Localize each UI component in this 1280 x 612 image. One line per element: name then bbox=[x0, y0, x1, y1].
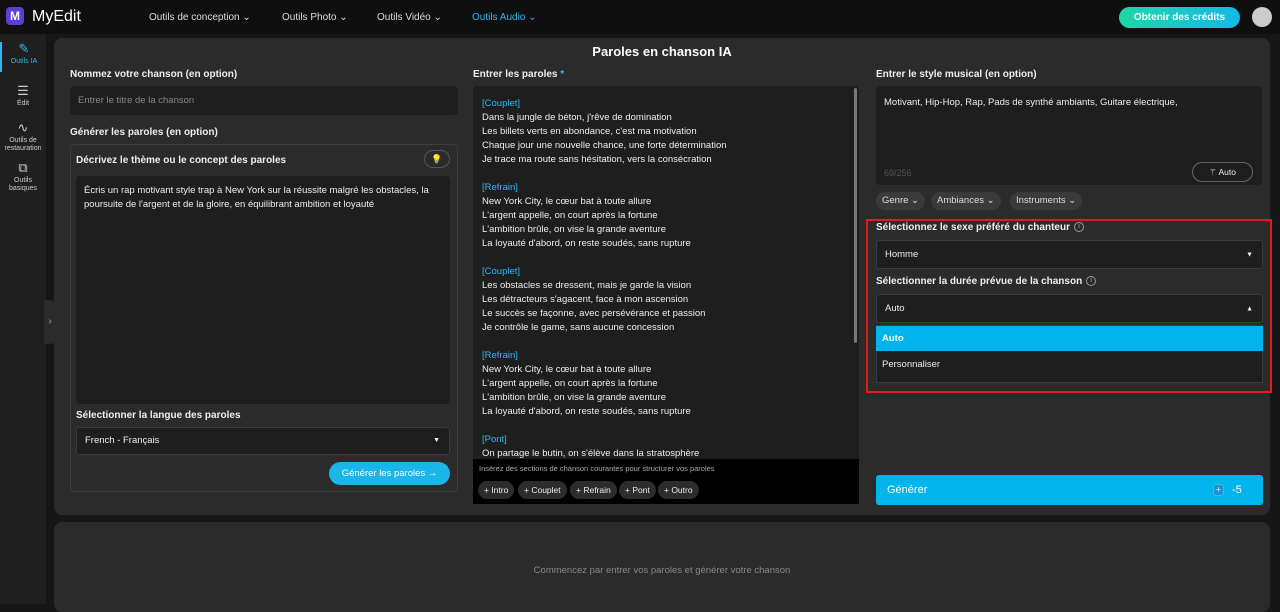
expand-sidebar-chevron-icon[interactable]: › bbox=[44, 300, 56, 344]
lyrics-section-tag: [Refrain] bbox=[482, 182, 518, 193]
song-title-input[interactable]: Entrer le titre de la chanson bbox=[70, 86, 458, 115]
auto-style-button[interactable]: ⚚ Auto bbox=[1192, 162, 1253, 182]
lyrics-line: L'ambition brûle, on vise la grande aven… bbox=[482, 224, 667, 235]
sidebar-item-ai-tools[interactable]: ✎ Outils IA bbox=[0, 42, 46, 72]
lyrics-line: Les obstacles se dressent, mais je garde… bbox=[482, 280, 692, 291]
duration-option-auto[interactable]: Auto bbox=[876, 326, 1263, 351]
logo-icon[interactable]: M bbox=[6, 7, 24, 25]
lyrics-label: Entrer les paroles * bbox=[473, 69, 564, 80]
gender-label: Sélectionnez le sexe préféré du chanteur… bbox=[876, 222, 1084, 233]
lyrics-section-tag: [Couplet] bbox=[482, 98, 521, 109]
lyrics-line: La loyauté d'abord, on reste soudés, san… bbox=[482, 238, 691, 249]
caret-down-icon: ▼ bbox=[1246, 251, 1253, 258]
style-text: Motivant, Hip-Hop, Rap, Pads de synthé a… bbox=[884, 97, 1178, 108]
generate-button[interactable]: Générer + -5 bbox=[876, 475, 1263, 505]
app-name[interactable]: MyEdit bbox=[32, 8, 81, 26]
lyrics-line: Dans la jungle de béton, j'rêve de domin… bbox=[482, 112, 672, 123]
nav-video-tools[interactable]: Outils Vidéo ⌄ bbox=[377, 12, 442, 23]
char-counter: 69/256 bbox=[884, 168, 912, 178]
idea-bulb-icon[interactable]: 💡 bbox=[424, 150, 450, 168]
duration-select[interactable]: Auto ▲ bbox=[876, 294, 1263, 323]
empty-result-hint: Commencez par entrer vos paroles et géné… bbox=[533, 565, 791, 576]
lyrics-line: Je contrôle le game, sans aucune concess… bbox=[482, 322, 675, 333]
sliders-icon: ☰ bbox=[17, 83, 29, 98]
sidebar-item-edit[interactable]: ☰ Édit bbox=[0, 84, 46, 108]
lyrics-line: New York City, le cœur bat à toute allur… bbox=[482, 196, 652, 207]
lyrics-line: Chaque jour une nouvelle chance, une for… bbox=[482, 140, 727, 151]
caret-down-icon: ▼ bbox=[433, 437, 440, 444]
sidebar-item-basic-tools[interactable]: ⧉ Outils basiques bbox=[0, 161, 46, 193]
lyrics-label-text: Entrer les paroles bbox=[473, 69, 558, 80]
lyrics-line: La loyauté d'abord, on reste soudés, san… bbox=[482, 406, 691, 417]
lyrics-line: Je trace ma route sans hésitation, vers … bbox=[482, 154, 712, 165]
generate-lyrics-label: Générer les paroles (en option) bbox=[70, 127, 218, 138]
language-label: Sélectionner la langue des paroles bbox=[76, 410, 241, 421]
theme-textarea[interactable]: Écris un rap motivant style trap à New Y… bbox=[76, 176, 450, 404]
duration-value: Auto bbox=[885, 303, 905, 314]
insert-chorus-button[interactable]: + Refrain bbox=[570, 481, 617, 499]
gender-value: Homme bbox=[885, 249, 919, 260]
genre-dropdown[interactable]: Genre ⌄ bbox=[876, 192, 926, 210]
language-value: French - Français bbox=[85, 435, 160, 446]
lyrics-textarea[interactable]: [Couplet] Dans la jungle de béton, j'rêve… bbox=[473, 86, 859, 504]
song-name-label: Nommez votre chanson (en option) bbox=[70, 69, 238, 80]
sidebar-item-label: Édit bbox=[16, 100, 30, 107]
insert-outro-button[interactable]: + Outro bbox=[658, 481, 699, 499]
language-select[interactable]: French - Français ▼ bbox=[76, 427, 450, 455]
layers-icon: ⧉ bbox=[18, 160, 28, 175]
nav-audio-tools[interactable]: Outils Audio ⌄ bbox=[472, 12, 537, 23]
theme-text: Écris un rap motivant style trap à New Y… bbox=[84, 185, 429, 210]
style-label: Entrer le style musical (en option) bbox=[876, 69, 1037, 80]
auto-label: Auto bbox=[1218, 167, 1237, 177]
lyrics-line: New York City, le cœur bat à toute allur… bbox=[482, 364, 652, 375]
lyrics-section-tag: [Couplet] bbox=[482, 266, 521, 277]
duration-label-text: Sélectionner la durée prévue de la chans… bbox=[876, 276, 1083, 287]
credit-shield-icon: + bbox=[1213, 484, 1224, 496]
waveform-icon: ∿ bbox=[17, 120, 29, 135]
sidebar-item-restoration[interactable]: ∿ Outils de restauration bbox=[0, 121, 46, 153]
insert-verse-button[interactable]: + Couplet bbox=[518, 481, 567, 499]
info-icon[interactable]: i bbox=[1086, 276, 1097, 287]
lyrics-line: Les billets verts en abondance, c'est ma… bbox=[482, 126, 697, 137]
theme-label: Décrivez le thème ou le concept des paro… bbox=[76, 155, 287, 166]
gender-select[interactable]: Homme ▼ bbox=[876, 240, 1263, 269]
nav-design-tools[interactable]: Outils de conception ⌄ bbox=[149, 12, 251, 23]
caret-up-icon: ▲ bbox=[1246, 305, 1253, 312]
insert-intro-button[interactable]: + Intro bbox=[478, 481, 515, 499]
insert-bridge-button[interactable]: + Pont bbox=[619, 481, 656, 499]
magic-wand-icon: ⚚ bbox=[1208, 167, 1219, 177]
lyrics-section-tag: [Pont] bbox=[482, 434, 507, 445]
lyrics-scrollbar[interactable] bbox=[854, 88, 857, 343]
info-icon[interactable]: i bbox=[1073, 222, 1084, 233]
avatar[interactable] bbox=[1252, 7, 1272, 27]
duration-label: Sélectionner la durée prévue de la chans… bbox=[876, 276, 1097, 287]
sidebar-item-label: Outils IA bbox=[10, 58, 38, 65]
sidebar-item-label: Outils de restauration bbox=[4, 137, 42, 152]
gender-label-text: Sélectionnez le sexe préféré du chanteur bbox=[876, 222, 1070, 233]
lyrics-line: Les détracteurs s'agacent, face à mon as… bbox=[482, 294, 689, 305]
generate-label: Générer bbox=[887, 484, 928, 496]
lyrics-line: Le succès se façonne, avec persévérance … bbox=[482, 308, 706, 319]
sidebar-item-label: Outils basiques bbox=[8, 177, 38, 192]
duration-option-custom[interactable]: Personnaliser bbox=[876, 352, 1263, 377]
credit-cost: -5 bbox=[1232, 484, 1242, 496]
lyrics-line: L'argent appelle, on court après la fort… bbox=[482, 378, 658, 389]
get-credits-button[interactable]: Obtenir des crédits bbox=[1119, 7, 1240, 28]
style-textarea[interactable]: Motivant, Hip-Hop, Rap, Pads de synthé a… bbox=[876, 86, 1262, 185]
nav-photo-tools[interactable]: Outils Photo ⌄ bbox=[282, 12, 348, 23]
instruments-dropdown[interactable]: Instruments ⌄ bbox=[1010, 192, 1083, 210]
generate-lyrics-button[interactable]: Générer les paroles → bbox=[329, 462, 450, 485]
lyrics-section-tag: [Refrain] bbox=[482, 350, 518, 361]
magic-wand-icon: ✎ bbox=[18, 41, 30, 56]
song-title-placeholder: Entrer le titre de la chanson bbox=[78, 95, 195, 106]
lyrics-line: L'argent appelle, on court après la fort… bbox=[482, 210, 658, 221]
mood-dropdown[interactable]: Ambiances ⌄ bbox=[931, 192, 1001, 210]
insert-hint: Insérez des sections de chanson courante… bbox=[479, 464, 715, 473]
lyrics-content: [Couplet] Dans la jungle de béton, j'rêve… bbox=[482, 97, 727, 461]
lyrics-line: L'ambition brûle, on vise la grande aven… bbox=[482, 392, 667, 403]
required-marker: * bbox=[560, 69, 565, 80]
page-title: Paroles en chanson IA bbox=[592, 44, 732, 59]
